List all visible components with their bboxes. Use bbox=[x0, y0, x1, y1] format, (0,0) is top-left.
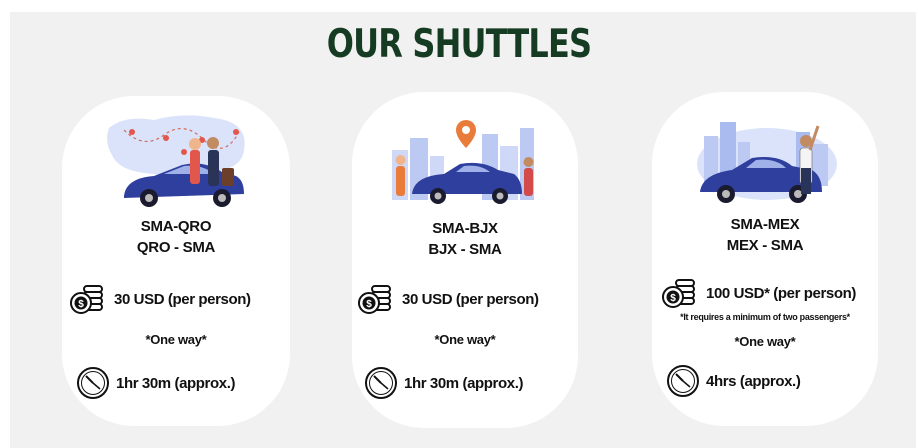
route-return: QRO - SMA bbox=[136, 239, 216, 256]
shuttle-card-sma-qro: SMA-QRO QRO - SMA $ 30 USD (per person) … bbox=[62, 96, 290, 426]
price-row: $ 30 USD (per person) bbox=[358, 282, 539, 316]
svg-text:$: $ bbox=[78, 299, 84, 310]
couple-with-car-and-map-illustration bbox=[107, 115, 245, 207]
clock-icon bbox=[365, 367, 397, 399]
coins-icon: $ bbox=[70, 285, 103, 314]
shuttle-card-sma-bjx: SMA-BJX BJX - SMA $ 30 USD (per person) … bbox=[352, 92, 578, 428]
minimum-passengers-note: *It requires a minimum of two passengers… bbox=[680, 312, 850, 322]
duration-row: 1hr 30m (approx.) bbox=[76, 366, 235, 400]
route-outbound: SMA-QRO bbox=[140, 218, 212, 235]
duration-text: 1hr 30m (approx.) bbox=[404, 374, 524, 392]
man-hailing-car-city-illustration bbox=[697, 122, 837, 203]
clock-icon bbox=[667, 365, 699, 397]
car-pickup-with-location-pin-illustration bbox=[392, 120, 534, 204]
coins-icon: $ bbox=[358, 285, 391, 314]
svg-text:$: $ bbox=[366, 299, 372, 310]
route-outbound: SMA-MEX bbox=[730, 216, 800, 233]
shuttle-card-sma-mex: SMA-MEX MEX - SMA $ 100 USD* (per person… bbox=[652, 92, 878, 426]
price-text: 30 USD (per person) bbox=[114, 290, 251, 308]
price-text: 100 USD* (per person) bbox=[706, 284, 856, 302]
price-text: 30 USD (per person) bbox=[402, 290, 539, 308]
one-way-label: *One way* bbox=[434, 332, 496, 347]
duration-row: 4hrs (approx.) bbox=[666, 364, 801, 398]
page-title: OUR SHUTTLES bbox=[326, 22, 592, 67]
svg-text:$: $ bbox=[670, 293, 676, 304]
duration-text: 4hrs (approx.) bbox=[706, 372, 801, 390]
coins-icon: $ bbox=[662, 279, 695, 308]
route-outbound: SMA-BJX bbox=[432, 220, 498, 237]
one-way-label: *One way* bbox=[734, 334, 796, 349]
duration-row: 1hr 30m (approx.) bbox=[364, 366, 523, 400]
duration-text: 1hr 30m (approx.) bbox=[116, 374, 236, 392]
price-row: $ 100 USD* (per person) bbox=[662, 276, 856, 310]
one-way-label: *One way* bbox=[145, 332, 207, 347]
clock-icon bbox=[77, 367, 109, 399]
price-row: $ 30 USD (per person) bbox=[70, 282, 251, 316]
route-return: BJX - SMA bbox=[428, 241, 502, 258]
route-return: MEX - SMA bbox=[726, 237, 804, 254]
